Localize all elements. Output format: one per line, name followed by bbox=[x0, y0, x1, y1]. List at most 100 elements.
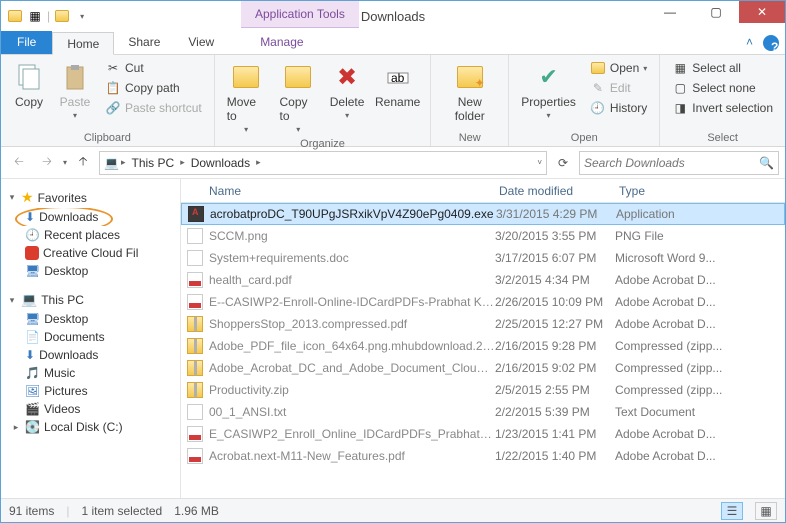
nav-label: Music bbox=[44, 366, 75, 380]
file-row[interactable]: E_CASIWP2_Enroll_Online_IDCardPDFs_Prabh… bbox=[181, 423, 785, 445]
sidebar-item-desktop[interactable]: 🖥Desktop bbox=[1, 262, 180, 280]
nav-label: Local Disk (C:) bbox=[44, 420, 123, 434]
tab-manage[interactable]: Manage bbox=[246, 31, 317, 54]
status-count: 91 items bbox=[9, 504, 54, 518]
view-thumbnails-button[interactable]: ▦ bbox=[755, 502, 777, 520]
file-exe-icon bbox=[188, 206, 204, 222]
tab-file[interactable]: File bbox=[1, 31, 52, 54]
ribbon: Copy Paste ▾ ✂Cut 📋Copy path 🔗Paste shor… bbox=[1, 55, 785, 147]
nav-label: Videos bbox=[44, 402, 80, 416]
nav-back-button[interactable]: 🡠 bbox=[7, 151, 31, 175]
file-date: 2/16/2015 9:02 PM bbox=[495, 361, 615, 375]
delete-button[interactable]: ✖Delete▾ bbox=[327, 59, 367, 122]
column-name[interactable]: Name bbox=[181, 184, 491, 198]
nav-label: Pictures bbox=[44, 384, 87, 398]
new-folder-button[interactable]: ✦New folder bbox=[439, 59, 500, 125]
chevron-right-icon[interactable]: ▸ bbox=[121, 157, 126, 168]
file-row[interactable]: System+requirements.doc3/17/2015 6:07 PM… bbox=[181, 247, 785, 269]
collapse-icon[interactable]: ▾ bbox=[7, 192, 17, 203]
file-row[interactable]: E--CASIWP2-Enroll-Online-IDCardPDFs-Prab… bbox=[181, 291, 785, 313]
cut-button[interactable]: ✂Cut bbox=[101, 59, 206, 77]
new-folder-qat-icon[interactable] bbox=[54, 8, 70, 24]
help-icon[interactable]: ? bbox=[763, 35, 779, 51]
search-input[interactable]: 🔍 bbox=[579, 151, 779, 175]
open-button[interactable]: Open ▾ bbox=[586, 59, 651, 77]
tab-view[interactable]: View bbox=[174, 31, 228, 54]
ribbon-collapse-icon[interactable]: ˄ bbox=[738, 31, 761, 54]
paste-shortcut-button[interactable]: 🔗Paste shortcut bbox=[101, 99, 206, 117]
column-date[interactable]: Date modified bbox=[491, 184, 611, 198]
tab-share[interactable]: Share bbox=[114, 31, 174, 54]
file-row[interactable]: SCCM.png3/20/2015 3:55 PMPNG File bbox=[181, 225, 785, 247]
file-date: 3/31/2015 4:29 PM bbox=[496, 207, 616, 221]
copy-to-icon bbox=[282, 61, 314, 93]
copy-label: Copy bbox=[15, 95, 43, 109]
file-row[interactable]: ShoppersStop_2013.compressed.pdf2/25/201… bbox=[181, 313, 785, 335]
file-name: 00_1_ANSI.txt bbox=[209, 405, 495, 419]
history-button[interactable]: 🕘History bbox=[586, 99, 651, 117]
select-none-button[interactable]: ▢Select none bbox=[668, 79, 777, 97]
nav-history-dropdown[interactable]: ▾ bbox=[63, 158, 67, 167]
search-icon[interactable]: 🔍 bbox=[759, 156, 774, 170]
copy-path-button[interactable]: 📋Copy path bbox=[101, 79, 206, 97]
sidebar-item-recent-places[interactable]: 🕘Recent places bbox=[1, 226, 180, 244]
expand-icon[interactable]: ▸ bbox=[11, 422, 21, 433]
sidebar-item-videos[interactable]: 🎬Videos bbox=[1, 400, 180, 418]
sidebar-item-documents[interactable]: 📄Documents bbox=[1, 328, 180, 346]
paste-label: Paste bbox=[60, 95, 91, 109]
select-all-button[interactable]: ▦Select all bbox=[668, 59, 777, 77]
crumb-downloads[interactable]: Downloads bbox=[187, 156, 254, 170]
file-row[interactable]: health_card.pdf3/2/2015 4:34 PMAdobe Acr… bbox=[181, 269, 785, 291]
chevron-right-icon[interactable]: ▸ bbox=[180, 157, 185, 168]
sidebar-item-local-disk-c-[interactable]: ▸💽Local Disk (C:) bbox=[1, 418, 180, 436]
file-type: PNG File bbox=[615, 229, 785, 243]
sidebar-item-pictures[interactable]: 🖼Pictures bbox=[1, 382, 180, 400]
nav-up-button[interactable]: 🡡 bbox=[71, 151, 95, 175]
nav-icon: 🖥 bbox=[25, 312, 40, 326]
column-type[interactable]: Type bbox=[611, 184, 785, 198]
file-row[interactable]: acrobatproDC_T90UPgJSRxikVpV4Z90ePg0409.… bbox=[181, 203, 785, 225]
file-list[interactable]: acrobatproDC_T90UPgJSRxikVpV4Z90ePg0409.… bbox=[181, 203, 785, 498]
sidebar-item-music[interactable]: 🎵Music bbox=[1, 364, 180, 382]
nav-thispc-header[interactable]: ▾💻This PC bbox=[1, 290, 180, 310]
context-tab-header: Application Tools bbox=[241, 1, 359, 28]
paste-button[interactable]: Paste ▾ bbox=[55, 59, 95, 122]
maximize-button[interactable]: ▢ bbox=[693, 1, 739, 23]
move-to-button[interactable]: Move to▾ bbox=[223, 59, 270, 136]
collapse-icon[interactable]: ▾ bbox=[7, 295, 17, 306]
cut-icon: ✂ bbox=[105, 60, 121, 76]
search-field[interactable] bbox=[584, 156, 759, 170]
file-row[interactable]: Productivity.zip2/5/2015 2:55 PMCompress… bbox=[181, 379, 785, 401]
nav-forward-button[interactable]: 🡢 bbox=[35, 151, 59, 175]
refresh-button[interactable]: ⟳ bbox=[551, 156, 575, 170]
sidebar-item-downloads[interactable]: ⬇Downloads bbox=[1, 208, 180, 226]
nav-favorites-header[interactable]: ▾★Favorites bbox=[1, 187, 180, 208]
properties-qat-icon[interactable]: ▦ bbox=[27, 8, 43, 24]
sidebar-item-downloads[interactable]: ⬇Downloads bbox=[1, 346, 180, 364]
qat-dropdown-icon[interactable]: ▾ bbox=[74, 8, 90, 24]
breadcrumb[interactable]: 💻 ▸ This PC ▸ Downloads ▸ ˅ bbox=[99, 151, 547, 175]
copy-button[interactable]: Copy bbox=[9, 59, 49, 111]
file-row[interactable]: Acrobat.next-M11-New_Features.pdf1/22/20… bbox=[181, 445, 785, 467]
file-row[interactable]: 00_1_ANSI.txt2/2/2015 5:39 PMText Docume… bbox=[181, 401, 785, 423]
edit-button[interactable]: ✎Edit bbox=[586, 79, 651, 97]
copy-to-button[interactable]: Copy to▾ bbox=[276, 59, 322, 136]
invert-selection-button[interactable]: ◨Invert selection bbox=[668, 99, 777, 117]
crumb-this-pc[interactable]: This PC bbox=[128, 156, 179, 170]
sidebar-item-creative-cloud-fil[interactable]: Creative Cloud Fil bbox=[1, 244, 180, 262]
address-dropdown-icon[interactable]: ˅ bbox=[537, 158, 542, 167]
chevron-right-icon[interactable]: ▸ bbox=[256, 157, 261, 168]
file-row[interactable]: Adobe_PDF_file_icon_64x64.png.mhubdownlo… bbox=[181, 335, 785, 357]
sidebar-item-desktop[interactable]: 🖥Desktop bbox=[1, 310, 180, 328]
properties-button[interactable]: ✔Properties▾ bbox=[517, 59, 580, 122]
nav-icon: ⬇ bbox=[25, 348, 35, 362]
close-button[interactable]: ✕ bbox=[739, 1, 785, 23]
view-details-button[interactable]: ☰ bbox=[721, 502, 743, 520]
minimize-button[interactable]: — bbox=[647, 1, 693, 23]
file-zip-icon bbox=[187, 338, 203, 354]
file-row[interactable]: Adobe_Acrobat_DC_and_Adobe_Document_Clou… bbox=[181, 357, 785, 379]
rename-button[interactable]: abRename bbox=[373, 59, 422, 111]
delete-icon: ✖ bbox=[331, 61, 363, 93]
tab-home[interactable]: Home bbox=[52, 32, 114, 55]
status-size: 1.96 MB bbox=[174, 504, 219, 518]
